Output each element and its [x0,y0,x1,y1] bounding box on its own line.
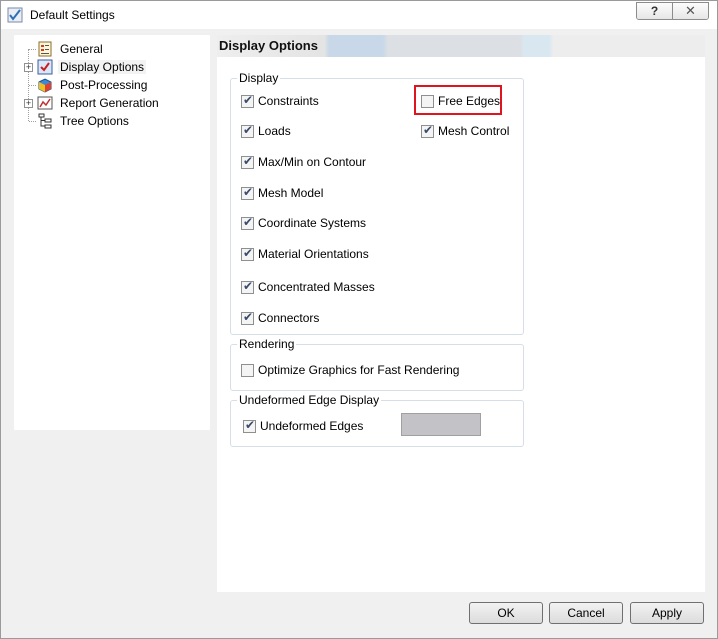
checkbox-box[interactable] [241,123,254,138]
tree-item-label: Display Options [58,60,147,74]
concentrated-masses-checkbox[interactable]: Concentrated Masses [241,279,375,295]
free-edges-checkbox[interactable]: Free Edges [421,93,500,109]
checkbox-label: Loads [258,124,291,138]
mesh-model-checkbox[interactable]: Mesh Model [241,185,323,201]
panel-header: Display Options [217,35,705,57]
connectors-checkbox[interactable]: Connectors [241,310,319,326]
tree-item-label: Tree Options [60,114,129,128]
checkbox-label: Coordinate Systems [258,216,367,230]
tree-item-tree-options[interactable]: Tree Options [14,112,210,130]
material-orientations-checkbox[interactable]: Material Orientations [241,246,369,262]
tree-item-general[interactable]: General [14,40,210,58]
checkbox-box[interactable] [241,154,254,169]
loads-checkbox[interactable]: Loads [241,123,291,139]
checkbox-box[interactable] [241,93,254,108]
checkbox-box[interactable] [243,418,256,433]
post-processing-icon [38,78,52,93]
tree-item-post-processing[interactable]: Post-Processing [14,76,210,94]
tree-item-report-generation[interactable]: + Report Generation [14,94,210,112]
expand-icon[interactable]: + [24,99,33,108]
close-button[interactable]: ✕ [672,3,708,19]
tree-options-icon [38,113,52,129]
checkbox-label: Connectors [258,311,320,325]
checkbox-label: Mesh Control [438,124,510,138]
help-button[interactable]: ? [637,3,672,19]
checkbox-label: Concentrated Masses [258,280,375,294]
panel-title: Display Options [219,38,318,53]
tree-item-label: General [60,42,103,56]
default-settings-dialog: Default Settings ? ✕ General + Display O… [0,0,718,639]
settings-tree: General + Display Options Post-Processin… [14,35,210,430]
checkbox-label: Max/Min on Contour [258,155,367,169]
coordinate-systems-checkbox[interactable]: Coordinate Systems [241,215,366,231]
settings-check-icon [7,7,23,23]
checkbox-box[interactable] [241,246,254,261]
checkbox-box[interactable] [421,123,434,138]
checkbox-box[interactable] [241,215,254,230]
mesh-control-checkbox[interactable]: Mesh Control [421,123,509,139]
rendering-group-legend: Rendering [239,337,295,351]
title-bar: Default Settings ? ✕ [1,1,717,29]
checkbox-label: Optimize Graphics for Fast Rendering [258,363,460,377]
tree-item-display-options[interactable]: + Display Options [14,58,210,76]
general-settings-icon [38,41,52,57]
max-min-on-contour-checkbox[interactable]: Max/Min on Contour [241,154,366,170]
checkbox-box[interactable] [241,363,254,377]
checkbox-label: Free Edges [438,94,501,108]
checkbox-label: Material Orientations [258,247,369,261]
checkbox-label: Undeformed Edges [260,419,364,433]
window-title: Default Settings [30,8,115,22]
cancel-button[interactable]: Cancel [549,602,623,624]
tree-item-label: Report Generation [60,96,159,110]
checkbox-box[interactable] [241,310,254,325]
checkbox-box[interactable] [241,279,254,294]
undeformed-edge-group-legend: Undeformed Edge Display [239,393,380,407]
display-options-icon [37,59,53,75]
checkbox-box[interactable] [421,94,434,108]
apply-button[interactable]: Apply [630,602,704,624]
undeformed-edge-color-swatch[interactable] [401,413,481,436]
title-bar-buttons: ? ✕ [636,2,709,20]
constraints-checkbox[interactable]: Constraints [241,93,319,109]
checkbox-label: Mesh Model [258,186,324,200]
optimize-graphics-checkbox[interactable]: Optimize Graphics for Fast Rendering [241,362,459,378]
dialog-content: General + Display Options Post-Processin… [7,29,711,632]
display-group-legend: Display [239,71,279,85]
checkbox-box[interactable] [241,185,254,200]
report-generation-icon [37,96,53,110]
tree-item-label: Post-Processing [60,78,148,92]
undeformed-edges-checkbox[interactable]: Undeformed Edges [243,418,363,434]
options-panel: Display Options Display Constraints Load… [217,35,705,592]
expand-icon[interactable]: + [24,63,33,72]
ok-button[interactable]: OK [469,602,543,624]
checkbox-label: Constraints [258,94,319,108]
